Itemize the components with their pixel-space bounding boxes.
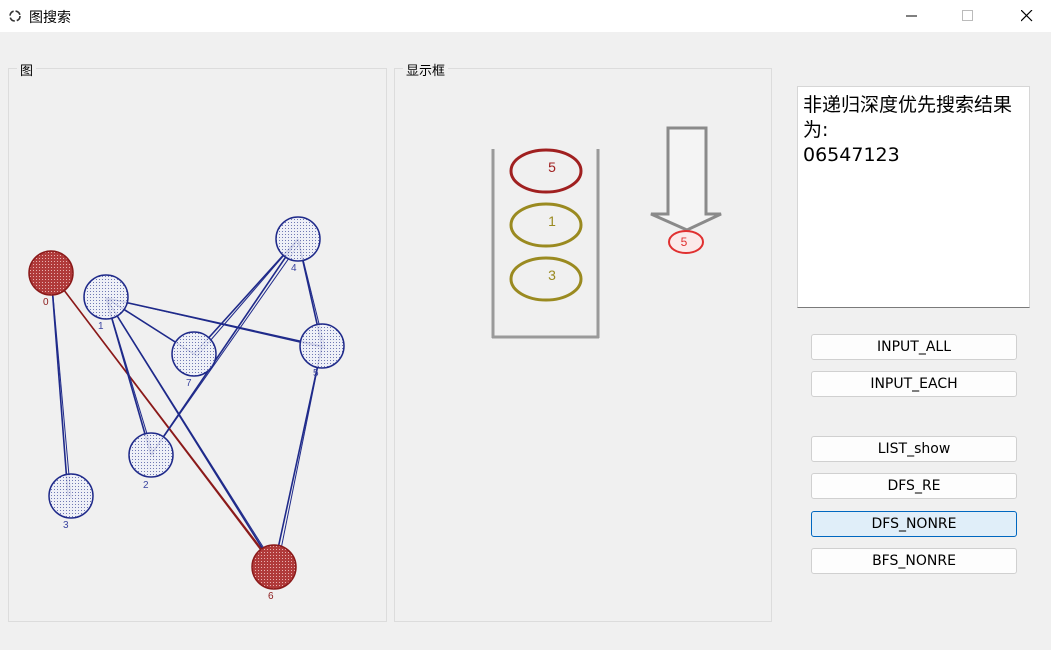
graph-node-label: 1 bbox=[98, 321, 104, 332]
result-sequence: 06547123 bbox=[803, 144, 900, 166]
graph-node-circle bbox=[299, 323, 345, 369]
input-all-button[interactable]: INPUT_ALL bbox=[811, 334, 1017, 360]
graph-node-circle bbox=[48, 473, 94, 519]
graph-node-label: 4 bbox=[291, 263, 297, 274]
graph-node-2[interactable]: 2 bbox=[128, 432, 174, 491]
graph-node-4[interactable]: 4 bbox=[275, 216, 321, 274]
graph-node-label: 5 bbox=[313, 368, 319, 379]
popped-item-label: 5 bbox=[681, 235, 688, 249]
graph-node-6[interactable]: 6 bbox=[251, 544, 297, 602]
graph-node-circle bbox=[275, 216, 321, 262]
input-each-button[interactable]: INPUT_EACH bbox=[811, 371, 1017, 397]
graph-node-3[interactable]: 3 bbox=[48, 473, 94, 531]
dfs-re-button[interactable]: DFS_RE bbox=[811, 473, 1017, 499]
stack-item-0: 5 bbox=[509, 148, 583, 194]
graph-edge-5-6 bbox=[273, 345, 323, 568]
stack-item-label: 1 bbox=[548, 213, 556, 229]
dfs-nonre-button[interactable]: DFS_NONRE bbox=[811, 511, 1017, 537]
graph-edge-shadow-0-3 bbox=[50, 272, 72, 499]
stack-item-ellipse bbox=[509, 148, 583, 194]
graph-node-label: 3 bbox=[63, 520, 69, 531]
result-label: 非递归深度优先搜索结果为: bbox=[803, 94, 1013, 141]
stack-item-1: 1 bbox=[509, 202, 583, 248]
stack-item-ellipse bbox=[509, 256, 583, 302]
stack-items: 5 1 3 bbox=[509, 148, 583, 302]
graph-node-0[interactable]: 0 bbox=[28, 250, 74, 308]
graph-node-5[interactable]: 5 bbox=[299, 323, 345, 379]
graph-node-circle bbox=[28, 250, 74, 296]
popped-item: 5 bbox=[668, 230, 704, 254]
graph-edge-shadow-0-6 bbox=[50, 272, 278, 570]
list-show-button[interactable]: LIST_show bbox=[811, 436, 1017, 462]
stack-item-label: 5 bbox=[548, 159, 556, 175]
stack-item-ellipse bbox=[509, 202, 583, 248]
bfs-nonre-button[interactable]: BFS_NONRE bbox=[811, 548, 1017, 574]
graph-edge-shadow-1-5 bbox=[105, 297, 326, 349]
graph-node-circle bbox=[251, 544, 297, 590]
stack-container bbox=[491, 149, 600, 339]
stack-item-2: 3 bbox=[509, 256, 583, 302]
graph-node-label: 7 bbox=[186, 378, 192, 389]
graph-node-circle bbox=[83, 274, 129, 320]
graph-edge-shadow-5-6 bbox=[276, 345, 323, 570]
graph-node-label: 6 bbox=[268, 591, 274, 602]
graph-node-7[interactable]: 7 bbox=[171, 331, 217, 389]
graph-node-label: 0 bbox=[43, 297, 49, 308]
graph-node-circle bbox=[171, 331, 217, 377]
graph-node-circle bbox=[128, 432, 174, 478]
pop-arrow-icon bbox=[650, 126, 722, 232]
graph-nodes: 0 1 2 3 4 5 6 7 bbox=[28, 216, 345, 602]
stack-item-label: 3 bbox=[548, 267, 556, 283]
result-textbox[interactable]: 非递归深度优先搜索结果为: 06547123 bbox=[797, 86, 1030, 308]
graph-node-label: 2 bbox=[143, 480, 149, 491]
